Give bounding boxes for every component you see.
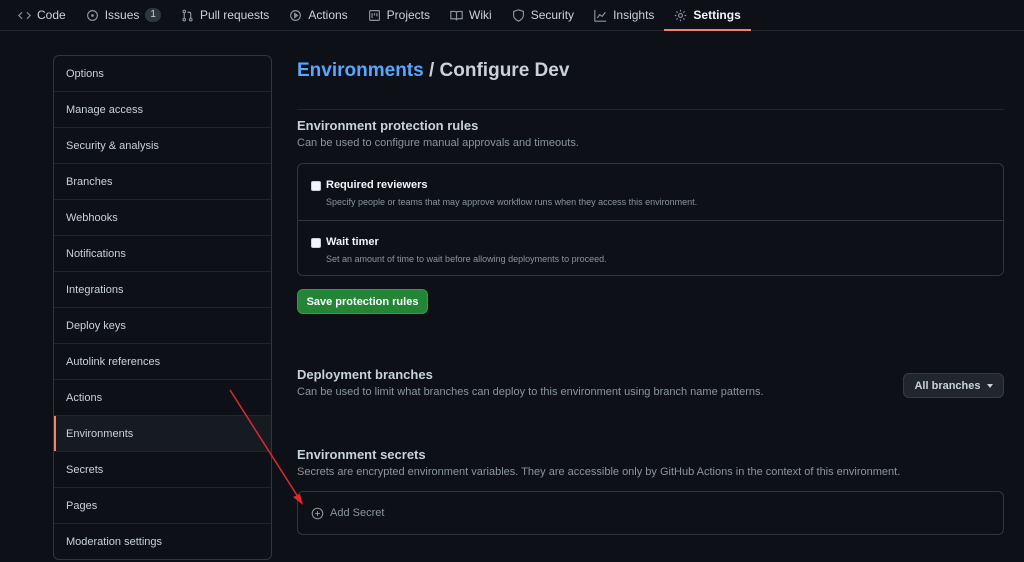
sidebar-item-label: Moderation settings [66, 536, 162, 548]
sidebar-item-environments[interactable]: Environments [54, 416, 271, 452]
deployment-branches-heading: Deployment branches [297, 367, 433, 382]
sidebar-item-autolink-references[interactable]: Autolink references [54, 344, 271, 380]
sidebar-item-label: Integrations [66, 283, 124, 296]
sidebar-item-label: Notifications [66, 247, 126, 260]
sidebar-item-label: Branches [66, 175, 113, 188]
deployment-branches-section: Deployment branches Can be used to limit… [297, 367, 764, 398]
rule-title: Required reviewers [326, 179, 428, 191]
issues-count-badge: 1 [145, 8, 161, 22]
chevron-down-icon [986, 383, 993, 388]
tab-projects[interactable]: Projects [358, 0, 440, 30]
wait-timer-checkbox[interactable] [311, 238, 321, 248]
breadcrumb-environments-link[interactable]: Environments [297, 60, 424, 81]
deployment-branches-desc: Can be used to limit what branches can d… [297, 386, 764, 398]
sidebar-item-label: Autolink references [66, 355, 161, 368]
rule-title: Wait timer [326, 236, 379, 248]
sidebar-item-options[interactable]: Options [54, 56, 271, 92]
add-secret-button[interactable]: Add Secret [311, 507, 384, 520]
graph-icon [594, 9, 607, 22]
plus-circle-icon [311, 507, 324, 519]
rule-required-reviewers: Required reviewers Specify people or tea… [298, 164, 1003, 220]
secrets-list-box: Add Secret [297, 491, 1004, 535]
rule-wait-timer: Wait timer Set an amount of time to wait… [298, 220, 1003, 276]
sidebar-item-branches[interactable]: Branches [54, 164, 271, 200]
sidebar-item-label: Security & analysis [66, 139, 159, 152]
shield-icon [512, 8, 524, 22]
page-title: Environments / Configure Dev [297, 55, 1004, 87]
tab-projects-label: Projects [386, 8, 431, 22]
sidebar-item-deploy-keys[interactable]: Deploy keys [54, 308, 271, 344]
sidebar-item-label: Actions [66, 391, 103, 404]
tab-insights-label: Insights [613, 8, 655, 22]
main-content: Environments / Configure Dev Environment… [297, 55, 1004, 535]
sidebar-item-manage-access[interactable]: Manage access [54, 92, 271, 128]
sidebar-item-webhooks[interactable]: Webhooks [54, 200, 271, 236]
code-icon [18, 11, 31, 19]
tab-issues[interactable]: Issues 1 [76, 0, 171, 30]
breadcrumb-separator: / [423, 60, 440, 81]
required-reviewers-checkbox[interactable] [311, 181, 321, 191]
tab-wiki[interactable]: Wiki [440, 0, 502, 30]
repo-nav: Code Issues 1 Pull requests Actions Proj… [0, 0, 1024, 31]
sidebar-item-secrets[interactable]: Secrets [54, 452, 271, 488]
tab-issues-label: Issues [104, 8, 140, 22]
sidebar-item-label: Manage access [66, 103, 144, 116]
sidebar-item-integrations[interactable]: Integrations [54, 272, 271, 308]
environment-secrets-desc: Secrets are encrypted environment variab… [297, 466, 901, 478]
tab-wiki-label: Wiki [469, 8, 492, 22]
tab-security[interactable]: Security [502, 0, 584, 30]
tab-settings-label: Settings [693, 8, 741, 22]
pull-request-icon [182, 9, 193, 21]
rule-desc: Set an amount of time to wait before all… [326, 254, 607, 264]
branches-select-label: All branches [914, 379, 981, 392]
sidebar-item-security-analysis[interactable]: Security & analysis [54, 128, 271, 164]
sidebar-item-label: Environments [66, 427, 134, 440]
sidebar-item-moderation-settings[interactable]: Moderation settings [54, 524, 271, 559]
sidebar-item-pages[interactable]: Pages [54, 488, 271, 524]
tab-code-label: Code [37, 8, 66, 22]
sidebar-item-label: Options [66, 67, 104, 80]
protection-rules-heading: Environment protection rules [297, 118, 479, 133]
protection-rules-desc: Can be used to configure manual approval… [297, 137, 579, 149]
sidebar-item-label: Secrets [66, 463, 104, 476]
tab-security-label: Security [530, 8, 575, 22]
add-secret-label: Add Secret [330, 507, 385, 519]
tab-pull-requests[interactable]: Pull requests [171, 0, 279, 30]
rule-desc: Specify people or teams that may approve… [326, 197, 698, 207]
protection-rules-section: Environment protection rules Can be used… [297, 118, 579, 149]
play-icon [290, 9, 302, 21]
sidebar-item-label: Deploy keys [66, 319, 126, 332]
tab-actions[interactable]: Actions [279, 0, 357, 30]
gear-icon [675, 9, 687, 21]
page-header: Environments / Configure Dev [297, 55, 1004, 110]
sidebar-item-label: Pages [66, 499, 98, 512]
sidebar-item-label: Webhooks [66, 211, 118, 224]
save-protection-rules-button[interactable]: Save protection rules [297, 289, 428, 314]
tab-actions-label: Actions [308, 8, 348, 22]
tab-insights[interactable]: Insights [584, 0, 664, 30]
branches-select-button[interactable]: All branches [903, 373, 1004, 398]
environment-secrets-heading: Environment secrets [297, 447, 426, 462]
sidebar-item-actions[interactable]: Actions [54, 380, 271, 416]
breadcrumb-current: Configure Dev [439, 60, 570, 81]
issue-icon [86, 9, 98, 21]
tab-settings[interactable]: Settings [664, 0, 752, 31]
environment-secrets-section: Environment secrets Secrets are encrypte… [297, 447, 900, 478]
sidebar-item-notifications[interactable]: Notifications [54, 236, 271, 272]
project-icon [368, 9, 380, 21]
settings-sidebar: Options Manage access Security & analysi… [53, 55, 272, 560]
tab-code[interactable]: Code [8, 0, 76, 30]
tab-pull-requests-label: Pull requests [199, 8, 270, 22]
protection-rules-box: Required reviewers Specify people or tea… [297, 163, 1004, 276]
book-icon [450, 10, 463, 20]
